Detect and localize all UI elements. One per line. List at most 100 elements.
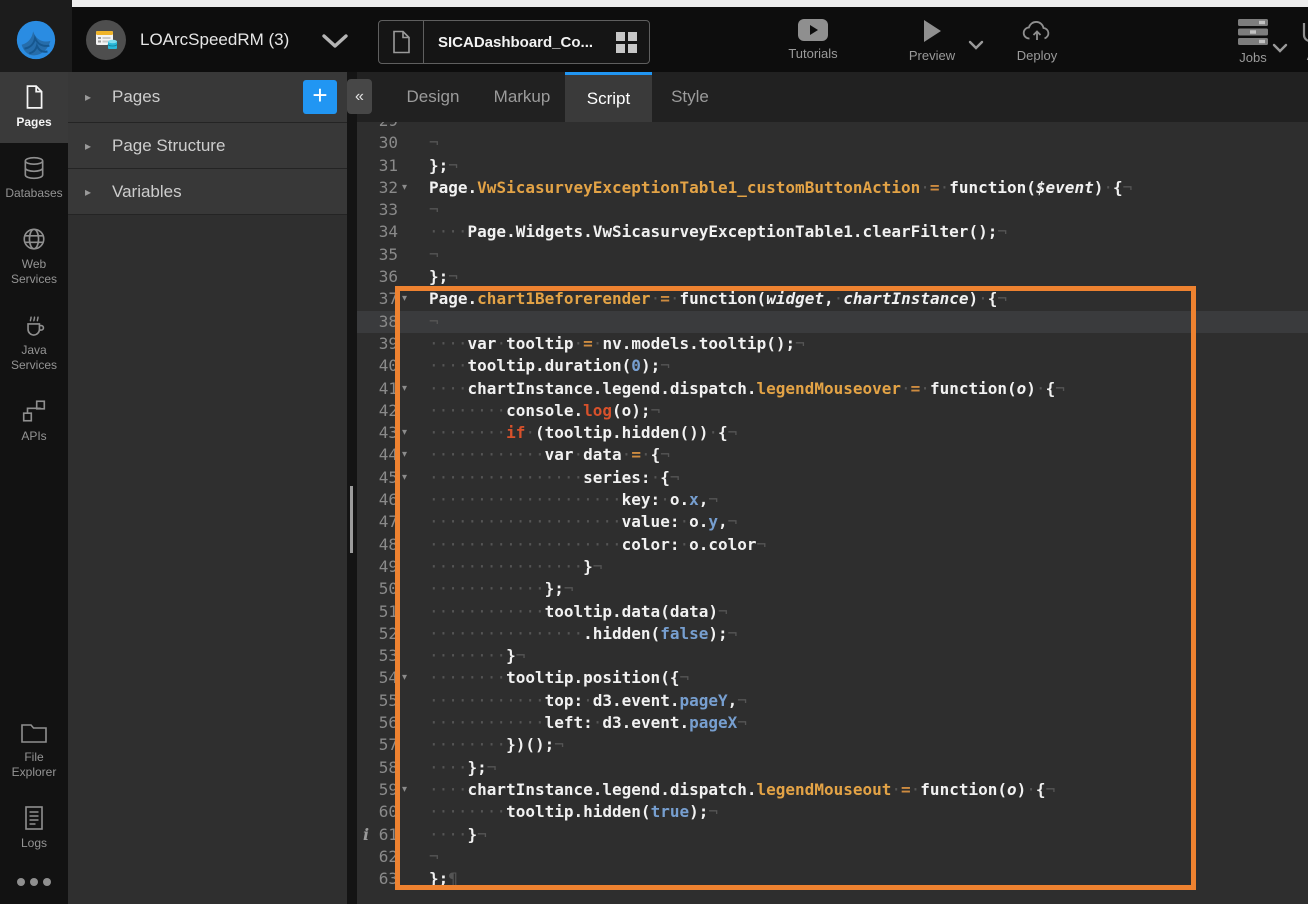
sidebar-item-web-services[interactable]: Web Services	[0, 214, 68, 300]
project-avatar[interactable]	[86, 20, 126, 60]
code-line-40[interactable]: 40····tooltip.duration(0);¬	[357, 355, 1308, 377]
code-line-33[interactable]: 33¬	[357, 199, 1308, 221]
fold-arrow-icon[interactable]: ▾	[398, 422, 418, 444]
code-line-35[interactable]: 35¬	[357, 244, 1308, 266]
jobs-chevron-down-icon[interactable]	[1272, 43, 1288, 53]
code-line-37[interactable]: 37▾Page.chart1Beforerender·=·function(wi…	[357, 288, 1308, 310]
fold-arrow-icon[interactable]: ▾	[398, 467, 418, 489]
sidebar-item-logs[interactable]: Logs	[0, 793, 68, 864]
code-line-53[interactable]: 53········}¬	[357, 645, 1308, 667]
grid-view-icon[interactable]	[616, 32, 637, 53]
fold-arrow-icon[interactable]: ▾	[398, 378, 418, 400]
tab-style[interactable]: Style	[652, 72, 728, 122]
code-text: Page.chart1Beforerender·=·function(widge…	[418, 288, 1007, 310]
sidebar-item-label: Pages	[1, 115, 67, 130]
line-number: 56	[357, 712, 398, 734]
code-line-30[interactable]: 30¬	[357, 132, 1308, 154]
code-line-49[interactable]: 49················}¬	[357, 556, 1308, 578]
open-page-tab[interactable]: SICADashboard_Co...	[378, 20, 650, 64]
tab-design[interactable]: Design	[390, 72, 476, 122]
sidebar-item-file-explorer[interactable]: File Explorer	[0, 709, 68, 793]
project-name[interactable]: LOArcSpeedRM (3)	[140, 7, 289, 72]
code-line-38[interactable]: 38¬	[357, 311, 1308, 333]
code-line-63[interactable]: 63};¶	[357, 868, 1308, 890]
code-line-54[interactable]: 54▾········tooltip.position({¬	[357, 667, 1308, 689]
code-text: ············var·data·=·{¬	[418, 444, 670, 466]
code-line-56[interactable]: 56············left:·d3.event.pageX¬	[357, 712, 1308, 734]
code-line-55[interactable]: 55············top:·d3.event.pageY,¬	[357, 690, 1308, 712]
wavemaker-logo-icon	[13, 17, 59, 63]
panel-section-variables[interactable]: ▸ Variables	[68, 169, 347, 215]
fold-arrow-icon[interactable]: ▾	[398, 177, 418, 199]
expand-arrow-icon[interactable]: ▸	[85, 185, 91, 199]
jobs-button[interactable]: Jobs	[1231, 19, 1275, 65]
collapse-panel-button[interactable]: «	[347, 79, 372, 114]
sidebar-item-java-services[interactable]: Java Services	[0, 300, 68, 386]
fold-arrow-icon[interactable]: ▾	[398, 288, 418, 310]
app-logo-button[interactable]	[0, 7, 72, 72]
code-line-34[interactable]: 34····Page.Widgets.VwSicasurveyException…	[357, 221, 1308, 243]
deploy-button[interactable]: Deploy	[1008, 19, 1066, 63]
code-line-39[interactable]: 39····var·tooltip·=·nv.models.tooltip();…	[357, 333, 1308, 355]
sidebar-item-databases[interactable]: Databases	[0, 143, 68, 214]
code-line-31[interactable]: 31};¬	[357, 155, 1308, 177]
code-line-29[interactable]: 29	[357, 122, 1308, 132]
code-line-45[interactable]: 45▾················series:·{¬	[357, 467, 1308, 489]
tutorials-button[interactable]: Tutorials	[780, 19, 846, 61]
ide-window: LOArcSpeedRM (3) SICADashboard_Co... Tut…	[0, 0, 1308, 904]
code-line-51[interactable]: 51············tooltip.data(data)¬	[357, 601, 1308, 623]
java-services-icon	[21, 312, 47, 338]
sidebar-item-pages[interactable]: Pages	[0, 72, 68, 143]
code-line-36[interactable]: 36};¬	[357, 266, 1308, 288]
sidebar-item-apis[interactable]: APIs	[0, 386, 68, 457]
code-line-47[interactable]: 47····················value:·o.y,¬	[357, 511, 1308, 533]
preview-button[interactable]: Preview	[903, 19, 961, 63]
document-icon	[391, 30, 411, 54]
artifacts-button[interactable]: Art	[1290, 19, 1308, 63]
code-line-44[interactable]: 44▾············var·data·=·{¬	[357, 444, 1308, 466]
add-page-button[interactable]: +	[303, 80, 337, 114]
scrollbar-thumb[interactable]	[350, 486, 353, 553]
script-editor[interactable]: 2930¬31};¬32▾Page.VwSicasurveyExceptionT…	[357, 122, 1308, 904]
fold-arrow-icon[interactable]: ▾	[398, 779, 418, 801]
expand-arrow-icon[interactable]: ▸	[85, 139, 91, 153]
code-text: ····Page.Widgets.VwSicasurveyExceptionTa…	[418, 221, 1007, 243]
line-number: 49	[357, 556, 398, 578]
fold-spacer	[398, 199, 418, 221]
code-line-62[interactable]: 62¬	[357, 846, 1308, 868]
code-text: ····················value:·o.y,¬	[418, 511, 737, 533]
code-line-59[interactable]: 59▾····chartInstance.legend.dispatch.leg…	[357, 779, 1308, 801]
fold-spacer	[398, 333, 418, 355]
panel-section-page-structure[interactable]: ▸ Page Structure	[68, 123, 347, 169]
line-number: 35	[357, 244, 398, 266]
fold-spacer	[398, 645, 418, 667]
fold-arrow-icon[interactable]: ▾	[398, 444, 418, 466]
code-line-46[interactable]: 46····················key:·o.x,¬	[357, 489, 1308, 511]
code-text: ············};¬	[418, 578, 574, 600]
tab-markup[interactable]: Markup	[479, 72, 565, 122]
line-number: 31	[357, 155, 398, 177]
panel-section-pages[interactable]: ▸ Pages +	[68, 72, 347, 123]
code-line-43[interactable]: 43▾········if·(tooltip.hidden())·{¬	[357, 422, 1308, 444]
code-line-50[interactable]: 50············};¬	[357, 578, 1308, 600]
code-line-60[interactable]: 60········tooltip.hidden(true);¬	[357, 801, 1308, 823]
expand-arrow-icon[interactable]: ▸	[85, 90, 91, 104]
code-line-48[interactable]: 48····················color:·o.color¬	[357, 534, 1308, 556]
preview-chevron-down-icon[interactable]	[968, 40, 984, 50]
code-line-61[interactable]: 61i····}¬	[357, 824, 1308, 846]
code-line-58[interactable]: 58····};¬	[357, 757, 1308, 779]
tab-script[interactable]: Script	[565, 72, 652, 122]
fold-arrow-icon[interactable]: ▾	[398, 667, 418, 689]
code-line-41[interactable]: 41▾····chartInstance.legend.dispatch.leg…	[357, 378, 1308, 400]
line-number: 39	[357, 333, 398, 355]
project-chevron-down-icon[interactable]	[322, 34, 348, 49]
line-number: 42	[357, 400, 398, 422]
sidebar-spacer	[0, 457, 68, 709]
editor-tabstrip: Design Markup Script Style	[357, 72, 1308, 122]
code-line-52[interactable]: 52················.hidden(false);¬	[357, 623, 1308, 645]
more-options-icon[interactable]	[0, 864, 68, 904]
panel-divider	[347, 72, 357, 904]
code-line-32[interactable]: 32▾Page.VwSicasurveyExceptionTable1_cust…	[357, 177, 1308, 199]
code-line-57[interactable]: 57········})();¬	[357, 734, 1308, 756]
code-line-42[interactable]: 42········console.log(o);¬	[357, 400, 1308, 422]
